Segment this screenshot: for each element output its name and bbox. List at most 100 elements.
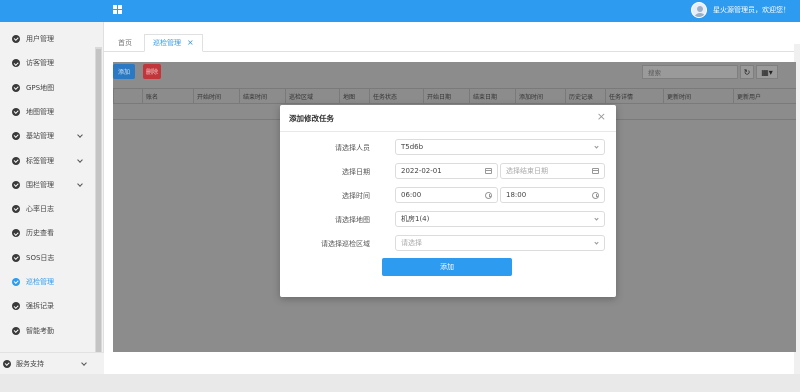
- sidebar-item[interactable]: 基站管理: [0, 127, 95, 145]
- sidebar-item-label: 服务支持: [16, 359, 44, 368]
- table-column-header[interactable]: 开始日期: [423, 89, 469, 104]
- chevron-down-icon: [77, 180, 83, 187]
- sidebar-item-label: 用户管理: [26, 35, 54, 43]
- delete-button[interactable]: 删除: [143, 64, 161, 79]
- table-column-header[interactable]: 巡检区域: [285, 89, 339, 104]
- tab-patrol-management[interactable]: 巡检管理 ×: [144, 34, 203, 52]
- sidebar-item[interactable]: GPS地图: [0, 79, 95, 97]
- modal-header: 添加修改任务 ×: [280, 105, 616, 132]
- calendar-icon: [485, 168, 492, 174]
- user-area[interactable]: 星火源管理员，欢迎您！: [691, 1, 790, 19]
- sidebar-item-label: 访客管理: [26, 59, 54, 68]
- clock-icon: [485, 192, 492, 199]
- table-column-header[interactable]: [113, 89, 142, 104]
- check-circle-icon: [12, 132, 20, 141]
- table-column-header[interactable]: 任务详情: [605, 89, 663, 104]
- check-circle-icon: [12, 180, 20, 189]
- check-circle-icon: [12, 278, 20, 286]
- end-date-input[interactable]: 选择结束日期: [500, 163, 605, 179]
- sidebar-item-label: 历史查看: [26, 229, 54, 238]
- date-label: 选择日期: [342, 168, 370, 176]
- table-column-header[interactable]: 添加时间: [515, 89, 565, 104]
- check-circle-icon: [12, 229, 20, 238]
- search-input[interactable]: 搜索: [642, 65, 738, 79]
- sidebar-item[interactable]: 历史查看: [0, 224, 95, 242]
- menu-grid-icon[interactable]: [113, 5, 122, 14]
- tab-bar: 首页 巡检管理 ×: [104, 32, 800, 52]
- end-time-input[interactable]: 18:00: [500, 187, 605, 203]
- submit-button[interactable]: 添加: [382, 258, 512, 276]
- sidebar-item-label: 巡检管理: [26, 278, 54, 286]
- time-label: 选择时间: [342, 192, 370, 200]
- sidebar-item[interactable]: 强拆记录: [0, 297, 95, 315]
- refresh-icon[interactable]: ↻: [740, 65, 754, 79]
- add-button[interactable]: 添加: [113, 64, 135, 79]
- sidebar-scrollbar[interactable]: [95, 47, 102, 369]
- chevron-down-icon: [81, 360, 87, 366]
- area-select[interactable]: 请选择: [395, 235, 605, 251]
- sidebar-item-label: 地图管理: [26, 107, 54, 116]
- table-column-header[interactable]: 地图: [339, 89, 369, 104]
- check-circle-icon: [12, 83, 20, 92]
- check-circle-icon: [12, 35, 20, 43]
- sidebar-item[interactable]: SOS日志: [0, 249, 95, 267]
- chevron-down-icon: [77, 156, 83, 163]
- person-label: 请选择人员: [335, 144, 370, 152]
- sidebar-item-label: 基站管理: [26, 132, 54, 141]
- sidebar-item-label: SOS日志: [26, 253, 55, 262]
- map-select[interactable]: 机房1(4): [395, 211, 605, 227]
- tab-home[interactable]: 首页: [118, 34, 132, 52]
- sidebar-item-label: 围栏管理: [26, 180, 54, 189]
- check-circle-icon: [12, 205, 20, 214]
- sidebar-item-label: 心率日志: [26, 205, 54, 214]
- table-column-header[interactable]: 更新时间: [663, 89, 733, 104]
- sidebar-item-label: 标签管理: [26, 156, 54, 165]
- check-circle-icon: [12, 326, 20, 335]
- table-column-header[interactable]: 更新用户: [733, 89, 796, 104]
- check-circle-icon: [12, 253, 20, 262]
- table-column-header[interactable]: 开始时间: [193, 89, 239, 104]
- close-icon[interactable]: ×: [187, 39, 194, 47]
- check-circle-icon: [12, 302, 20, 311]
- sidebar-item[interactable]: 心率日志: [0, 200, 95, 218]
- chevron-down-icon: [77, 132, 83, 139]
- table-column-header[interactable]: 任务状态: [369, 89, 423, 104]
- check-circle-icon: [3, 359, 11, 368]
- sidebar-item[interactable]: 围栏管理: [0, 176, 95, 194]
- modal-title: 添加修改任务: [289, 114, 334, 123]
- sidebar-item[interactable]: 智能考勤: [0, 322, 95, 340]
- area-label: 请选择巡检区域: [321, 240, 370, 248]
- check-circle-icon: [12, 156, 20, 165]
- sidebar-item-label: 强拆记录: [26, 302, 54, 311]
- table-column-header[interactable]: 账名: [142, 89, 193, 104]
- chevron-down-icon: [594, 216, 599, 221]
- task-modal: 添加修改任务 × 请选择人员 T5d6b 选择日期 2022-02-01 选择结…: [280, 105, 616, 297]
- table-column-header[interactable]: 结束日期: [469, 89, 515, 104]
- map-label: 请选择地图: [335, 216, 370, 224]
- sidebar-item[interactable]: 访客管理: [0, 54, 95, 72]
- close-icon[interactable]: ×: [597, 111, 606, 122]
- sidebar-item[interactable]: 标签管理: [0, 152, 95, 170]
- sidebar-item[interactable]: 用户管理: [0, 30, 95, 48]
- top-bar: 星火源管理员，欢迎您！: [0, 0, 800, 22]
- chevron-down-icon: [594, 240, 599, 245]
- table-column-header[interactable]: 历史记录: [565, 89, 605, 104]
- sidebar-item-label: 智能考勤: [26, 326, 54, 335]
- table-header: 账名 开始时间 结束时间 巡检区域 地图 任务状态 开始日期 结束日期 添加时间 历史记录 任务详情…: [113, 88, 796, 104]
- check-circle-icon: [12, 59, 20, 68]
- user-greeting: 星火源管理员，欢迎您！: [713, 6, 790, 14]
- sidebar-item-service-support[interactable]: 服务支持: [0, 352, 104, 374]
- sidebar: 用户管理访客管理 GPS地图地图管理基站管理标签管理围栏管理心率日志历史查看 SOS…: [0, 22, 104, 374]
- check-circle-icon: [12, 107, 20, 116]
- avatar[interactable]: [691, 2, 707, 18]
- person-select[interactable]: T5d6b: [395, 139, 605, 155]
- clock-icon: [592, 192, 599, 199]
- table-column-header[interactable]: 结束时间: [239, 89, 285, 104]
- start-time-input[interactable]: 06:00: [395, 187, 498, 203]
- columns-icon[interactable]: ▦▾: [756, 65, 778, 79]
- sidebar-item[interactable]: 巡检管理: [0, 273, 95, 291]
- sidebar-item-label: GPS地图: [26, 83, 55, 92]
- chevron-down-icon: [594, 144, 599, 149]
- start-date-input[interactable]: 2022-02-01: [395, 163, 498, 179]
- sidebar-item[interactable]: 地图管理: [0, 103, 95, 121]
